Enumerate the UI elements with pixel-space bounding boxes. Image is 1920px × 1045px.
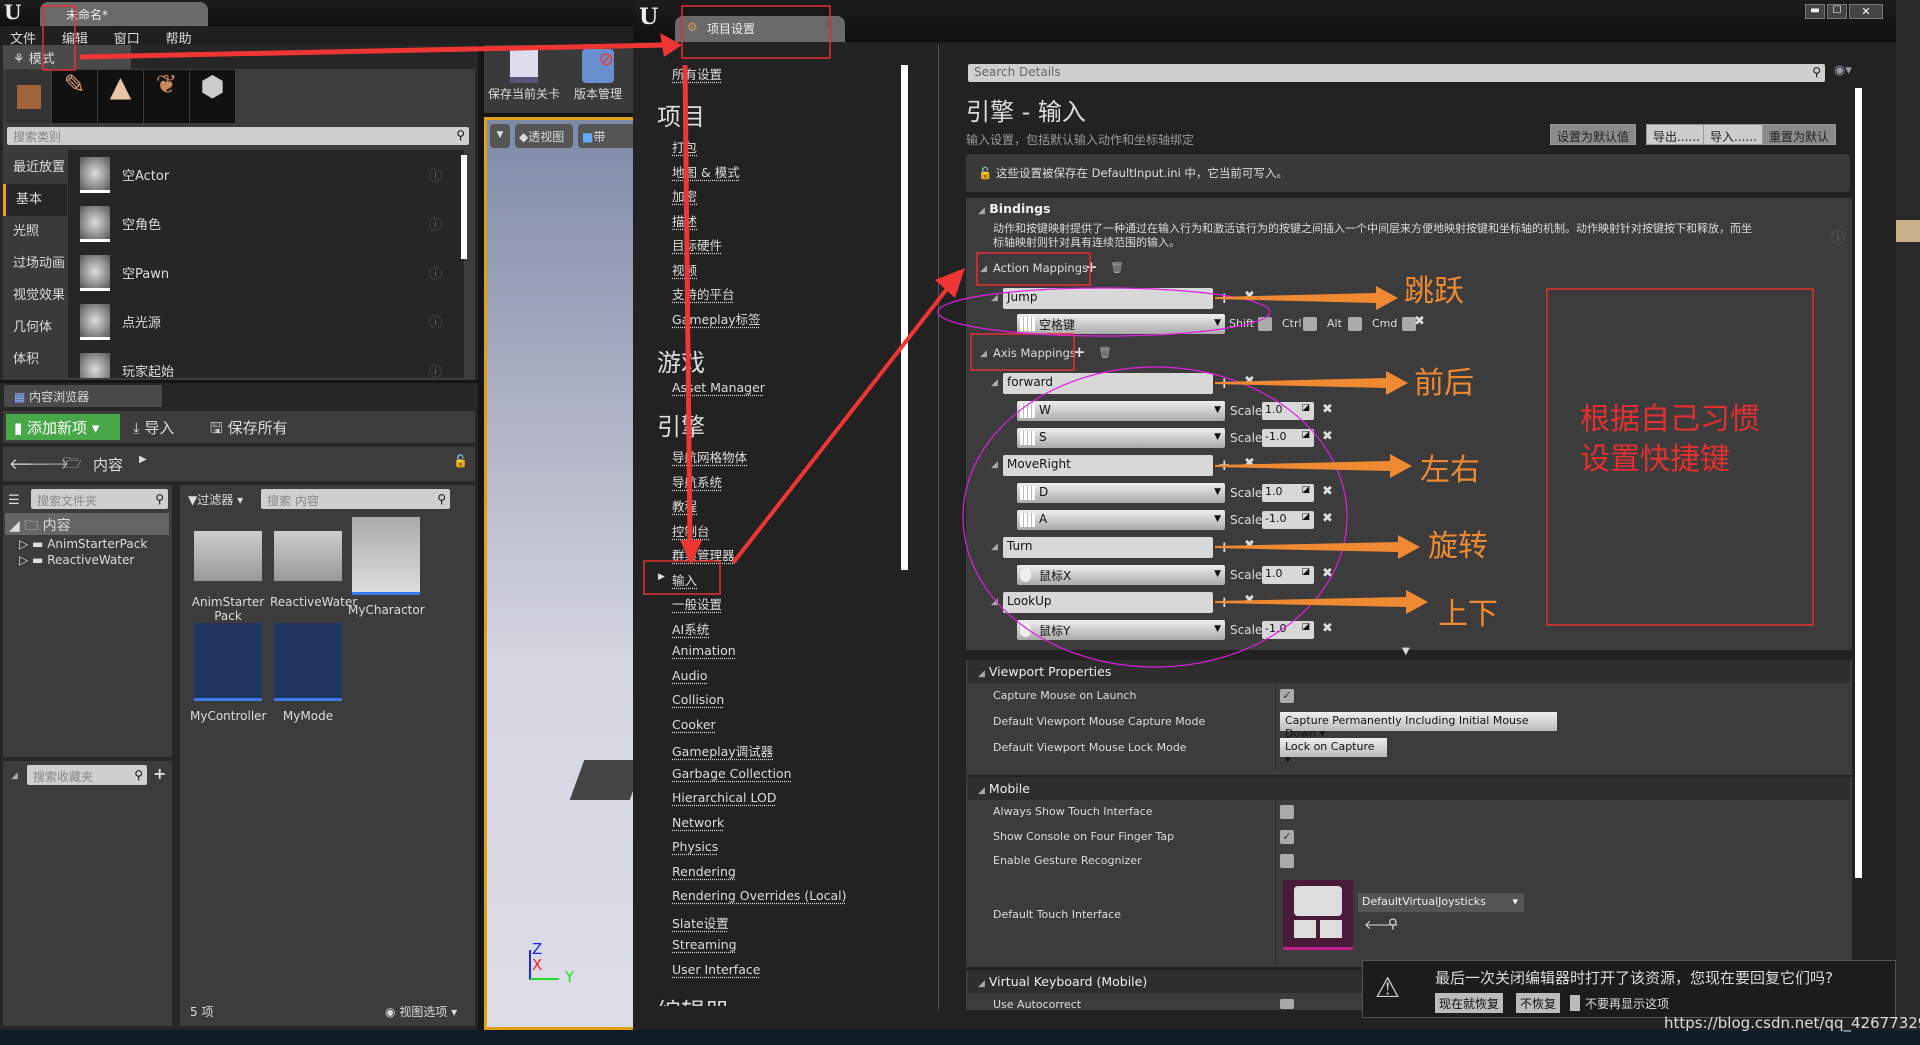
orange-arrow [1215,590,1428,614]
jump-highlight-ellipse [937,287,1271,337]
annotation-right: 左右 [1420,453,1480,488]
note-line2: 设置快捷键 [1580,442,1730,477]
arrowhead-icon [935,268,965,298]
orange-arrow [1215,371,1408,395]
highlight-action-mappings [976,252,1091,286]
axis-highlight-ellipse [962,366,1348,668]
orange-arrow [1215,454,1412,478]
orange-arrow [1215,286,1398,310]
orange-arrow [1215,535,1420,559]
annotation-jump: 跳跃 [1404,274,1464,309]
annotation-overlay [42,5,1814,668]
highlight-input-nav [643,560,721,595]
annotation-turn: 旋转 [1428,529,1488,564]
annotation-note: 根据自己习惯 设置快捷键 [1580,400,1760,480]
note-line1: 根据自己习惯 [1580,402,1760,437]
red-arrow-to-tab [79,42,669,60]
annotation-forward: 前后 [1414,366,1474,401]
annotation-lookup: 上下 [1438,597,1498,632]
highlight-edit-menu [42,5,76,71]
highlight-axis-mappings [970,333,1075,371]
arrowhead-icon [660,33,682,57]
red-arrow-to-input [682,64,693,546]
red-arrow-to-mappings [731,283,952,565]
highlight-project-tab [681,5,831,59]
